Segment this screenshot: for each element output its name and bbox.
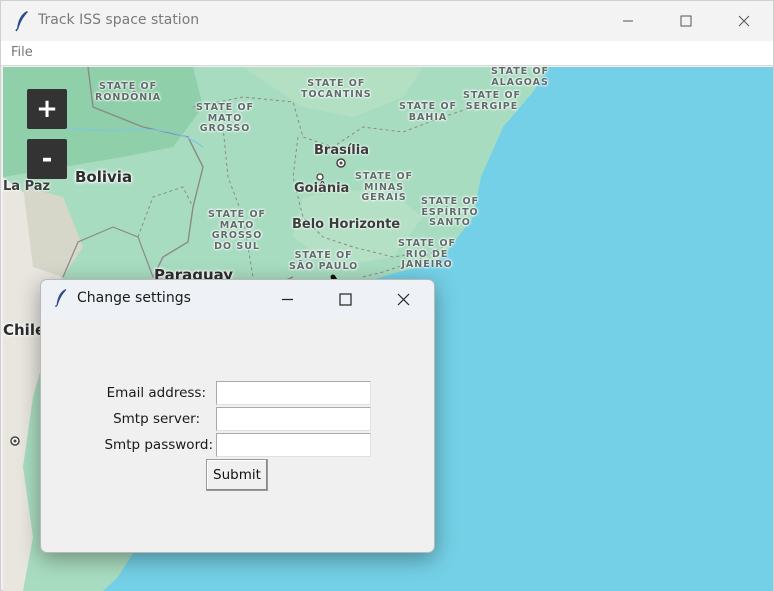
- close-icon: [738, 15, 750, 27]
- maximize-button[interactable]: [657, 1, 715, 41]
- submit-button[interactable]: Submit: [206, 459, 268, 491]
- smtp-server-label: Smtp server:: [113, 411, 200, 427]
- maximize-icon: [338, 292, 352, 306]
- zoom-out-button[interactable]: -: [27, 139, 67, 179]
- minimize-button[interactable]: [599, 1, 657, 41]
- zoom-in-button[interactable]: +: [27, 89, 67, 129]
- email-field[interactable]: [216, 381, 371, 405]
- smtp-server-field[interactable]: [216, 407, 371, 431]
- smtp-password-field[interactable]: [216, 433, 371, 457]
- minimize-icon: [623, 20, 633, 22]
- feather-icon: [15, 11, 28, 32]
- menu-file[interactable]: File: [11, 45, 33, 60]
- settings-dialog: Change settings Email address: Smtp serv…: [40, 279, 435, 553]
- smtp-password-label: Smtp password:: [104, 437, 213, 453]
- dialog-minimize-button[interactable]: [258, 280, 316, 318]
- close-button[interactable]: [715, 1, 773, 41]
- email-label: Email address:: [106, 385, 206, 401]
- dialog-title: Change settings: [77, 290, 191, 306]
- maximize-icon: [680, 15, 692, 27]
- dialog-maximize-button[interactable]: [316, 280, 374, 318]
- window-title: Track ISS space station: [38, 12, 200, 28]
- menu-bar: File: [1, 41, 773, 66]
- title-bar[interactable]: Track ISS space station: [1, 1, 773, 41]
- feather-icon: [55, 289, 67, 308]
- dialog-close-button[interactable]: [374, 280, 432, 318]
- minimize-icon: [281, 298, 293, 300]
- close-icon: [397, 293, 409, 305]
- dialog-title-bar[interactable]: Change settings: [41, 280, 434, 318]
